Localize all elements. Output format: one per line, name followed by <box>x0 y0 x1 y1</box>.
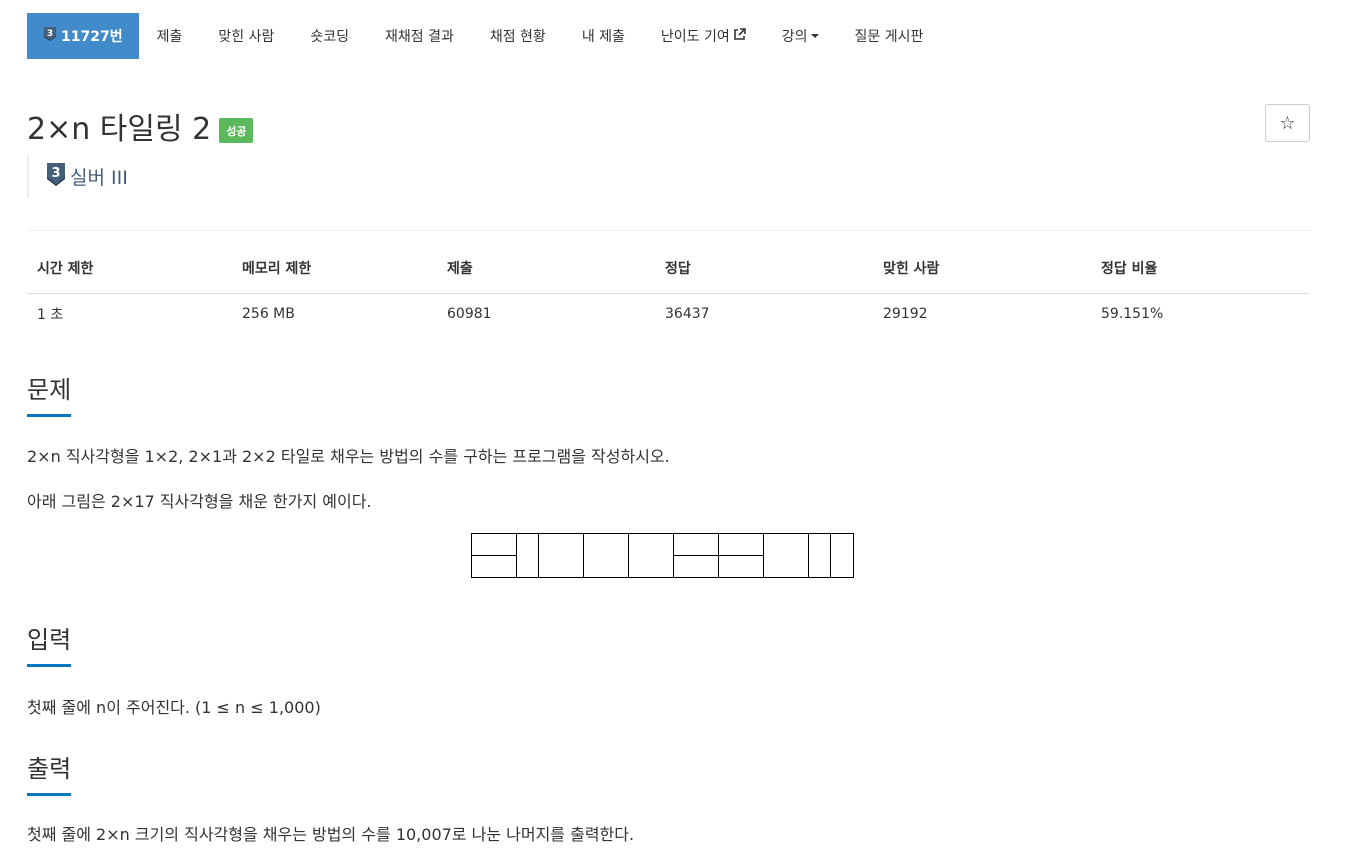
section-divider <box>27 665 1310 666</box>
nav-short-coding[interactable]: 숏코딩 <box>292 13 367 59</box>
nav-short-coding-label: 숏코딩 <box>310 29 349 45</box>
accepted-value: 36437 <box>665 305 710 322</box>
nav-question-board-label: 질문 게시판 <box>854 29 924 45</box>
tier-label: 실버 III <box>70 167 128 189</box>
divider <box>27 230 1310 231</box>
star-button[interactable]: ☆ <box>1265 104 1310 142</box>
header-accepted: 정답 <box>655 254 873 294</box>
tiling-example-image <box>471 533 854 578</box>
accept-ratio-value: 59.151% <box>1101 305 1164 322</box>
silver-tier-icon: 3 <box>46 162 66 191</box>
header-solved-users: 맞힌 사람 <box>873 254 1091 294</box>
nav-question-board[interactable]: 질문 게시판 <box>837 13 942 59</box>
input-paragraph: 첫째 줄에 n이 주어진다. (1 ≤ n ≤ 1,000) <box>27 698 321 717</box>
nav-solved-users[interactable]: 맞힌 사람 <box>200 13 292 59</box>
table-row: 1 초 256 MB 60981 36437 29192 59.151% <box>27 293 1310 334</box>
nav-rejudge-results[interactable]: 재채점 결과 <box>367 13 472 59</box>
problem-title: 2×n 타일링 2 <box>27 112 212 147</box>
external-link-icon <box>733 27 746 45</box>
problem-info-table: 시간 제한 메모리 제한 제출 정답 맞힌 사람 정답 비율 1 초 256 M… <box>27 254 1310 334</box>
nav-my-submissions[interactable]: 내 제출 <box>564 13 643 59</box>
output-paragraph: 첫째 줄에 2×n 크기의 직사각형을 채우는 방법의 수를 10,007로 나… <box>27 825 635 844</box>
svg-text:3: 3 <box>47 29 53 39</box>
section-description: 문제 <box>27 370 1310 417</box>
nav-judge-status[interactable]: 채점 현황 <box>472 13 564 59</box>
nav-rejudge-results-label: 재채점 결과 <box>384 29 454 45</box>
nav-problem-id[interactable]: 3 11727번 <box>27 13 139 59</box>
title-row: 2×n 타일링 2 성공 <box>27 104 254 148</box>
memory-limit-value: 256 MB <box>242 305 295 322</box>
nav-difficulty-contribution[interactable]: 난이도 기여 <box>643 13 764 59</box>
nav-submit[interactable]: 제출 <box>139 13 201 59</box>
star-icon: ☆ <box>1279 112 1296 134</box>
header-time-limit: 시간 제한 <box>27 254 232 294</box>
description-paragraph-2: 아래 그림은 2×17 직사각형을 채운 한가지 예이다. <box>27 492 372 511</box>
section-divider <box>27 415 1310 416</box>
submissions-value: 60981 <box>447 305 492 322</box>
nav-solved-users-label: 맞힌 사람 <box>218 29 275 45</box>
svg-text:3: 3 <box>51 166 60 181</box>
header-submissions: 제출 <box>437 254 655 294</box>
section-input: 입력 <box>27 620 1310 667</box>
status-badge: 성공 <box>219 117 254 143</box>
solved-users-value: 29192 <box>883 305 928 322</box>
section-heading-description: 문제 <box>27 370 72 417</box>
header-accept-ratio: 정답 비율 <box>1091 254 1310 294</box>
silver-tier-icon: 3 <box>43 26 57 46</box>
nav-judge-status-label: 채점 현황 <box>489 29 546 45</box>
nav-submit-label: 제출 <box>156 29 183 45</box>
problem-tier: 3 실버 III <box>27 155 128 198</box>
nav-my-submissions-label: 내 제출 <box>581 29 625 45</box>
caret-down-icon <box>810 34 819 38</box>
nav-difficulty-label: 난이도 기여 <box>660 29 730 45</box>
time-limit-value: 1 초 <box>37 306 64 323</box>
table-header-row: 시간 제한 메모리 제한 제출 정답 맞힌 사람 정답 비율 <box>27 254 1310 294</box>
section-heading-input: 입력 <box>27 620 72 667</box>
description-paragraph-1: 2×n 직사각형을 1×2, 2×1과 2×2 타일로 채우는 방법의 수를 구… <box>27 447 670 466</box>
nav-lectures-dropdown[interactable]: 강의 <box>764 13 837 59</box>
problem-nav: 3 11727번 제출 맞힌 사람 숏코딩 재채점 결과 채점 현황 내 제출 … <box>27 13 941 59</box>
section-divider <box>27 794 1310 795</box>
section-heading-output: 출력 <box>27 749 72 796</box>
section-output: 출력 <box>27 749 1310 796</box>
nav-problem-id-label: 11727번 <box>61 29 123 45</box>
header-memory-limit: 메모리 제한 <box>232 254 437 294</box>
nav-lectures-label: 강의 <box>781 29 808 45</box>
